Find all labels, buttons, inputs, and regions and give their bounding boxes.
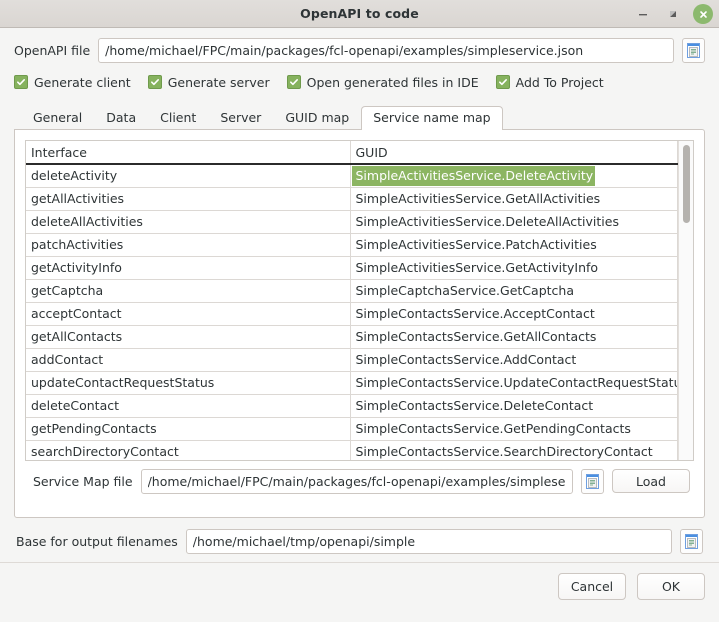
column-header-guid[interactable]: GUID bbox=[350, 141, 678, 165]
dialog-footer: Cancel OK bbox=[0, 563, 719, 609]
ok-button[interactable]: OK bbox=[637, 572, 705, 600]
options-row: Generate client Generate server Open gen… bbox=[14, 69, 705, 95]
cell-guid[interactable]: SimpleActivitiesService.GetActivityInfo bbox=[350, 256, 678, 280]
tab-panel-service-name-map: Interface GUID deleteActivity SimpleActi… bbox=[14, 129, 705, 518]
service-name-map-table: Interface GUID deleteActivity SimpleActi… bbox=[26, 141, 678, 460]
tab-server[interactable]: Server bbox=[208, 106, 273, 130]
tab-guid-map[interactable]: GUID map bbox=[273, 106, 361, 130]
table-row[interactable]: searchDirectoryContact SimpleContactsSer… bbox=[26, 440, 678, 460]
checkbox-label: Generate client bbox=[34, 74, 131, 90]
cell-interface[interactable]: getPendingContacts bbox=[26, 417, 351, 441]
checkbox-open-generated-files-in-ide[interactable]: Open generated files in IDE bbox=[286, 74, 479, 90]
checkbox-label: Open generated files in IDE bbox=[306, 74, 479, 90]
tab-strip: General Data Client Server GUID map Serv… bbox=[14, 105, 705, 130]
tab-data[interactable]: Data bbox=[94, 106, 148, 130]
base-output-input[interactable]: /home/michael/tmp/openapi/simple bbox=[185, 528, 672, 554]
close-icon[interactable] bbox=[693, 4, 713, 24]
dialog-body: OpenAPI file /home/michael/FPC/main/pack… bbox=[0, 32, 719, 563]
base-output-browse-button[interactable] bbox=[680, 528, 703, 554]
cell-interface[interactable]: getActivityInfo bbox=[26, 256, 351, 280]
window-title: OpenAPI to code bbox=[300, 6, 419, 21]
cell-interface[interactable]: updateContactRequestStatus bbox=[26, 371, 351, 395]
table-row[interactable]: getActivityInfo SimpleActivitiesService.… bbox=[26, 256, 678, 280]
service-map-file-row: Service Map file /home/michael/FPC/main/… bbox=[25, 461, 694, 501]
cell-guid[interactable]: SimpleActivitiesService.PatchActivities bbox=[350, 233, 678, 257]
table-row[interactable]: patchActivities SimpleActivitiesService.… bbox=[26, 233, 678, 257]
openapi-file-browse-button[interactable] bbox=[682, 37, 705, 63]
table-row[interactable]: deleteAllActivities SimpleActivitiesServ… bbox=[26, 210, 678, 234]
table-row[interactable]: acceptContact SimpleContactsService.Acce… bbox=[26, 302, 678, 326]
tab-client[interactable]: Client bbox=[148, 106, 208, 130]
service-map-file-browse-button[interactable] bbox=[581, 468, 604, 494]
cancel-button[interactable]: Cancel bbox=[558, 572, 626, 600]
table-header-row: Interface GUID bbox=[26, 141, 678, 165]
load-button[interactable]: Load bbox=[612, 469, 690, 493]
minimize-icon[interactable] bbox=[633, 4, 653, 24]
window-titlebar: OpenAPI to code bbox=[0, 0, 719, 28]
cell-guid[interactable]: SimpleContactsService.DeleteContact bbox=[350, 394, 678, 418]
table-row[interactable]: getAllContacts SimpleContactsService.Get… bbox=[26, 325, 678, 349]
service-name-map-grid[interactable]: Interface GUID deleteActivity SimpleActi… bbox=[25, 140, 694, 461]
base-output-label: Base for output filenames bbox=[16, 533, 178, 549]
cell-interface[interactable]: getAllActivities bbox=[26, 187, 351, 211]
tab-general[interactable]: General bbox=[21, 106, 94, 130]
cell-guid[interactable]: SimpleContactsService.AcceptContact bbox=[350, 302, 678, 326]
table-row[interactable]: getAllActivities SimpleActivitiesService… bbox=[26, 187, 678, 211]
checkbox-generate-client[interactable]: Generate client bbox=[14, 75, 131, 90]
openapi-file-label: OpenAPI file bbox=[14, 42, 91, 58]
checkbox-generate-server[interactable]: Generate server bbox=[147, 74, 270, 90]
cell-guid[interactable]: SimpleContactsService.UpdateContactReque… bbox=[350, 371, 678, 395]
cell-guid[interactable]: SimpleCaptchaService.GetCaptcha bbox=[350, 279, 678, 303]
checkmark-icon bbox=[286, 75, 301, 89]
cell-interface[interactable]: searchDirectoryContact bbox=[26, 440, 351, 460]
table-row[interactable]: getCaptcha SimpleCaptchaService.GetCaptc… bbox=[26, 279, 678, 303]
grid-scrollbar-thumb[interactable] bbox=[683, 145, 690, 223]
service-map-file-value: /home/michael/FPC/main/packages/fcl-open… bbox=[147, 473, 566, 489]
cell-guid[interactable]: SimpleContactsService.SearchDirectoryCon… bbox=[350, 440, 678, 460]
cell-guid[interactable]: SimpleContactsService.GetPendingContacts bbox=[350, 417, 678, 441]
table-row[interactable]: getPendingContacts SimpleContactsService… bbox=[26, 417, 678, 441]
table-row[interactable]: addContact SimpleContactsService.AddCont… bbox=[26, 348, 678, 372]
cell-interface[interactable]: getAllContacts bbox=[26, 325, 351, 349]
cell-guid-selected[interactable]: SimpleActivitiesService.DeleteActivity bbox=[350, 164, 678, 188]
grid-scroll-area: Interface GUID deleteActivity SimpleActi… bbox=[26, 141, 678, 460]
checkmark-icon bbox=[14, 75, 28, 89]
cell-guid[interactable]: SimpleActivitiesService.GetAllActivities bbox=[350, 187, 678, 211]
table-row[interactable]: deleteContact SimpleContactsService.Dele… bbox=[26, 394, 678, 418]
base-output-row: Base for output filenames /home/michael/… bbox=[14, 520, 705, 562]
cell-interface[interactable]: acceptContact bbox=[26, 302, 351, 326]
checkbox-label: Add To Project bbox=[515, 74, 604, 90]
tab-service-name-map[interactable]: Service name map bbox=[361, 106, 503, 130]
checkmark-icon bbox=[147, 75, 162, 89]
column-header-interface[interactable]: Interface bbox=[26, 141, 351, 165]
cell-guid[interactable]: SimpleActivitiesService.DeleteAllActivit… bbox=[350, 210, 678, 234]
window-controls bbox=[633, 0, 713, 28]
cell-interface[interactable]: getCaptcha bbox=[26, 279, 351, 303]
grid-vertical-scrollbar[interactable] bbox=[678, 141, 693, 460]
document-icon bbox=[586, 473, 599, 489]
cell-interface[interactable]: patchActivities bbox=[26, 233, 351, 257]
cell-interface[interactable]: deleteContact bbox=[26, 394, 351, 418]
restore-icon[interactable] bbox=[663, 4, 683, 24]
document-icon bbox=[685, 533, 698, 549]
table-row[interactable]: updateContactRequestStatus SimpleContact… bbox=[26, 371, 678, 395]
checkbox-add-to-project[interactable]: Add To Project bbox=[495, 74, 604, 90]
tabs-container: General Data Client Server GUID map Serv… bbox=[14, 105, 705, 518]
checkbox-label: Generate server bbox=[167, 74, 270, 90]
openapi-file-row: OpenAPI file /home/michael/FPC/main/pack… bbox=[14, 32, 705, 68]
checkmark-icon bbox=[495, 75, 510, 89]
cell-interface[interactable]: addContact bbox=[26, 348, 351, 372]
document-icon bbox=[687, 42, 700, 58]
service-map-file-input[interactable]: /home/michael/FPC/main/packages/fcl-open… bbox=[140, 468, 573, 494]
cell-guid[interactable]: SimpleContactsService.AddContact bbox=[350, 348, 678, 372]
base-output-value: /home/michael/tmp/openapi/simple bbox=[192, 533, 416, 549]
cell-interface[interactable]: deleteAllActivities bbox=[26, 210, 351, 234]
cell-guid[interactable]: SimpleContactsService.GetAllContacts bbox=[350, 325, 678, 349]
cell-guid-value: SimpleActivitiesService.DeleteActivity bbox=[351, 166, 596, 186]
table-row[interactable]: deleteActivity SimpleActivitiesService.D… bbox=[26, 164, 678, 188]
cell-interface[interactable]: deleteActivity bbox=[26, 164, 351, 188]
service-map-file-label: Service Map file bbox=[33, 473, 133, 489]
openapi-file-value: /home/michael/FPC/main/packages/fcl-open… bbox=[105, 42, 584, 58]
openapi-file-input[interactable]: /home/michael/FPC/main/packages/fcl-open… bbox=[98, 37, 674, 63]
